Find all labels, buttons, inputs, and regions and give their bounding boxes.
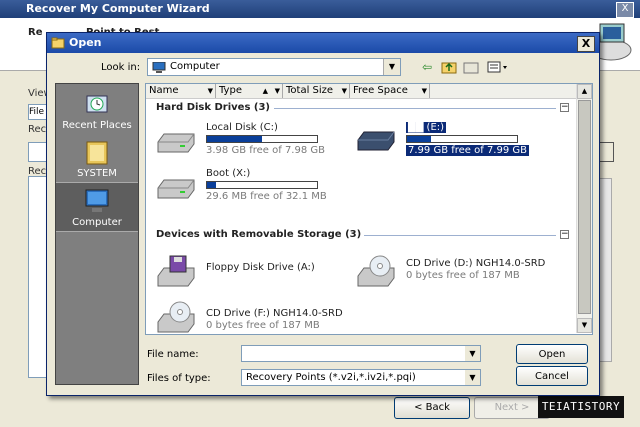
drive-usage-bar (406, 135, 518, 143)
place-label: Computer (72, 217, 122, 228)
places-bar: Recent Places SYSTEM Computer (55, 83, 139, 385)
column-header-row: Name ▼ Type ▲ ▼ Total Size ▼ Free Space ▼ (146, 84, 576, 99)
drive-item-e[interactable]: ██ (E:) 7.99 GB free of 7.99 GB (348, 120, 548, 164)
up-folder-icon[interactable] (439, 58, 459, 76)
open-button[interactable]: Open (516, 344, 588, 364)
dialog-close-button[interactable]: X (577, 36, 595, 52)
chevron-down-icon: ▼ (274, 87, 280, 95)
drive-free-space: 0 bytes free of 187 MB (406, 270, 520, 281)
wizard-field-2[interactable] (28, 142, 48, 162)
chevron-down-icon[interactable]: ▼ (383, 59, 400, 75)
look-in-label: Look in: (101, 62, 141, 73)
place-computer[interactable]: Computer (56, 182, 138, 232)
scroll-up-icon[interactable]: ▲ (577, 84, 592, 99)
drive-free-space: 29.6 MB free of 32.1 MB (206, 191, 327, 202)
drive-name: Local Disk (C:) (206, 122, 278, 133)
wizard-field-1[interactable]: File (28, 104, 48, 120)
cd-drive-icon (357, 255, 395, 287)
collapse-group-button[interactable]: − (560, 230, 569, 239)
column-label: Name (149, 85, 179, 96)
drive-name: CD Drive (F:) NGH14.0-SRD (206, 308, 343, 319)
column-label: Total Size (286, 85, 334, 96)
drive-item-x[interactable]: Boot (X:) 29.6 MB free of 32.1 MB (148, 166, 348, 210)
dialog-title: Open (69, 36, 102, 49)
scrollbar-thumb[interactable] (578, 100, 591, 314)
computer-icon (152, 62, 166, 73)
computer-icon (85, 189, 109, 212)
look-in-value: Computer (170, 61, 220, 72)
drive-item-d[interactable]: CD Drive (D:) NGH14.0-SRD 0 bytes free o… (348, 250, 548, 294)
wizard-title: Recover My Computer Wizard (26, 2, 210, 15)
drive-name: ██ (E:) (406, 122, 447, 133)
collapse-group-button[interactable]: − (560, 103, 569, 112)
drive-item-c[interactable]: Local Disk (C:) 3.98 GB free of 7.98 GB (148, 120, 348, 164)
column-name[interactable]: Name ▼ (146, 84, 216, 98)
drive-free-space: 3.98 GB free of 7.98 GB (206, 145, 325, 156)
sort-up-icon: ▲ (262, 87, 268, 95)
drive-usage-fill (207, 136, 262, 142)
hard-disk-icon (157, 133, 195, 153)
file-list-view[interactable]: Name ▼ Type ▲ ▼ Total Size ▼ Free Space ▼ Har… (145, 83, 593, 335)
file-name-input[interactable] (241, 345, 481, 362)
new-folder-icon[interactable] (461, 58, 481, 76)
drive-usage-bar (206, 135, 318, 143)
chevron-down-icon: ▼ (341, 87, 347, 95)
place-label: SYSTEM (77, 168, 117, 179)
files-of-type-label: Files of type: (147, 373, 211, 384)
open-dialog: Open X Look in: Computer ▼ ⇦ Recent Plac… (46, 32, 600, 396)
group-header-removable-storage: Devices with Removable Storage (3) (156, 229, 362, 240)
scroll-down-icon[interactable]: ▼ (577, 318, 592, 333)
column-label: Type (219, 85, 242, 96)
view-menu-icon[interactable] (485, 58, 511, 76)
vertical-scrollbar[interactable]: ▲ ▼ (576, 84, 592, 333)
column-type[interactable]: Type ▲ ▼ (216, 84, 283, 98)
group-header-hard-disk-drives: Hard Disk Drives (3) (156, 102, 270, 113)
files-of-type-value: Recovery Points (*.v2i,*.iv2i,*.pqi) (246, 372, 416, 383)
folder-icon (86, 141, 108, 165)
chevron-down-icon[interactable]: ▼ (465, 346, 480, 361)
group-divider (364, 235, 556, 236)
drive-usage-bar (206, 181, 318, 189)
drive-free-space: 0 bytes free of 187 MB (206, 320, 320, 331)
drive-name: Floppy Disk Drive (A:) (206, 262, 315, 273)
drive-item-f[interactable]: CD Drive (F:) NGH14.0-SRD 0 bytes free o… (148, 296, 348, 340)
column-label: Free Space (353, 85, 408, 96)
cancel-button[interactable]: Cancel (516, 366, 588, 386)
drive-name: Boot (X:) (206, 168, 251, 179)
dialog-titlebar: Open (47, 33, 599, 53)
hard-disk-dark-icon (357, 131, 395, 151)
column-total-size[interactable]: Total Size ▼ (283, 84, 350, 98)
look-in-dropdown[interactable]: Computer ▼ (147, 58, 401, 76)
cd-drive-icon (157, 301, 195, 333)
wizard-header-partial: Re (28, 27, 43, 38)
drive-item-a[interactable]: Floppy Disk Drive (A:) (148, 250, 348, 294)
file-name-label: File name: (147, 349, 199, 360)
hard-disk-icon (157, 179, 195, 199)
watermark: TEIATISTORY (538, 396, 624, 418)
back-button[interactable]: < Back (394, 397, 470, 419)
drive-usage-fill (207, 182, 216, 188)
column-free-space[interactable]: Free Space ▼ (350, 84, 430, 98)
place-label: Recent Places (62, 120, 132, 131)
wizard-titlebar: Recover My Computer Wizard (0, 0, 640, 18)
wizard-close-button[interactable]: X (616, 2, 634, 18)
drive-usage-fill (407, 136, 432, 142)
open-folder-icon (51, 37, 65, 49)
floppy-drive-icon (157, 255, 195, 287)
group-divider (274, 108, 556, 109)
recent-places-icon (86, 95, 108, 113)
files-of-type-dropdown[interactable]: Recovery Points (*.v2i,*.iv2i,*.pqi) ▼ (241, 369, 481, 386)
place-system[interactable]: SYSTEM (56, 134, 138, 182)
chevron-down-icon[interactable]: ▼ (465, 370, 480, 385)
chevron-down-icon: ▼ (421, 87, 427, 95)
drive-name: CD Drive (D:) NGH14.0-SRD (406, 258, 546, 269)
drive-free-space: 7.99 GB free of 7.99 GB (406, 145, 529, 156)
back-arrow-icon[interactable]: ⇦ (417, 58, 437, 76)
place-recent-places[interactable]: Recent Places (56, 86, 138, 134)
chevron-down-icon: ▼ (207, 87, 213, 95)
